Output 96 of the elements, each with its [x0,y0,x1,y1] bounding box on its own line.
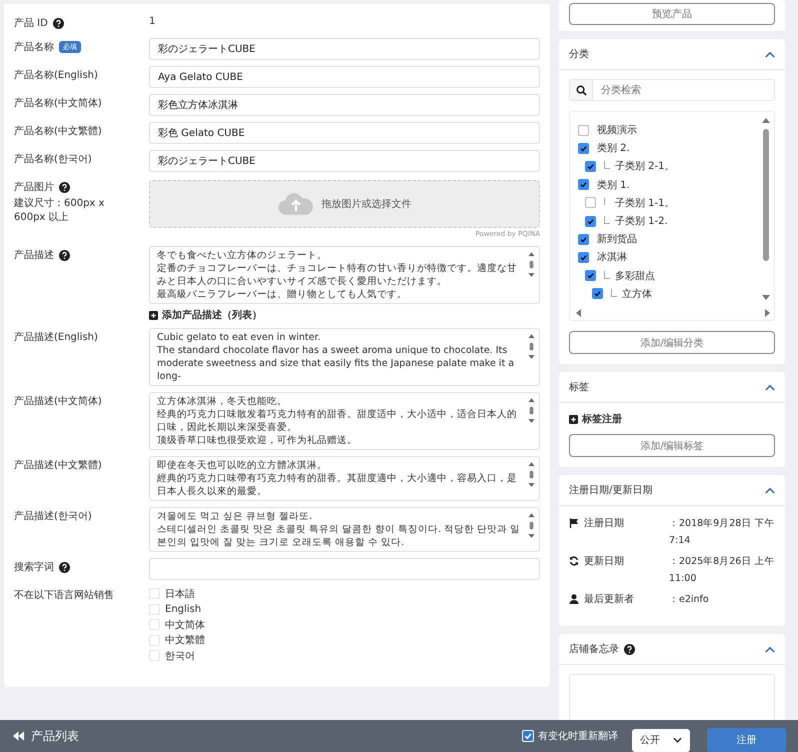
category-item[interactable]: 新到货品 [597,232,637,246]
panel-title: 注册日期/更新日期 [569,484,652,497]
text-field[interactable]: 彩のジェラートCUBE [149,150,540,172]
description-field[interactable]: 冬でも食べたい立方体のジェラート。 定番のチョコフレーバーは、チョコレート特有の甘い香りが特徴です。適度な甘みと日本人の口に合いやすいサイズ感で長く愛用いただけます。 最高級バニラフレーバーは、贈り物としても人気です。 [149,246,540,304]
edit-categories-button[interactable]: 添加/编辑分类 [569,331,775,354]
refresh-icon [569,556,579,566]
edit-tags-button[interactable]: 添加/编辑标签 [569,434,775,457]
date-label: 注册日期 [584,516,624,531]
help-icon[interactable] [59,182,70,192]
checkbox[interactable] [585,216,596,227]
help-icon[interactable] [52,18,64,28]
rewind-icon [12,731,25,741]
plus-icon [569,414,578,424]
field-label: 搜索字词 [14,560,54,574]
date-value: ：2025年8月26日 上午11:00 [669,555,775,586]
checkbox[interactable] [578,252,589,263]
caret-icon [673,737,682,743]
language-option: 中文简体 [165,618,205,632]
size-hint: 建议尺寸：600px x 600px 以上 [14,197,106,225]
language-option: 中文繁體 [165,633,205,648]
date-value: ：2018年9月28日 下午7:14 [669,517,775,548]
field-label: 产品描述(中文繁體) [14,458,102,472]
field-label: 不在以下语言网站销售 [14,588,114,602]
category-item[interactable]: 类别 1. [597,178,630,192]
submit-button[interactable]: 注册 [707,728,786,752]
category-item[interactable]: 立方体 [622,286,652,301]
description-field[interactable]: 立方体冰淇淋，冬天也能吃。 经典的巧克力口味散发着巧克力特有的甜香。甜度适中，大小适中，适合日本人的口味，因此长期以来深受喜爱。 顶级香草口味也很受欢迎，可作为礼品赠送。 [149,392,540,450]
field-label: 产品图片 [14,180,54,194]
text-field[interactable]: Aya Gelato CUBE [149,66,540,88]
field-label: 产品描述(English) [14,330,98,344]
collapse-icon[interactable] [765,646,775,652]
search-icon [576,84,586,96]
tree-connector [604,161,610,170]
panel-title: 标签 [569,380,589,394]
field-label: 产品描述 [14,248,54,262]
image-drop-zone[interactable]: 拖放图片或选择文件 [149,180,540,228]
collapse-icon[interactable] [765,50,775,58]
user-icon [569,594,579,604]
category-item[interactable]: 子类别 1-2. [615,214,668,228]
field-label: 产品名称(한국어) [14,152,92,166]
language-option: 한국어 [165,648,195,663]
upload-cloud-icon [278,192,314,216]
checkbox[interactable] [578,142,589,154]
panel-title: 店铺备忘录 [569,642,619,656]
text-field[interactable]: 彩のジェラートCUBE [149,38,540,60]
description-field[interactable]: 겨울에도 먹고 싶은 큐브형 젤라또. 스테디셀러인 초콜릿 맛은 초콜릿 특유의 달콤한 향이 특징이다. 적당한 단맛과 일본인의 입맛에 잘 맞는 크기로 오래도록 애용할 수 있다. [149,507,540,552]
collapse-icon[interactable] [765,384,775,390]
help-icon[interactable] [624,644,635,654]
field-label: 产品 ID [14,16,48,30]
description-field[interactable]: Cubic gelato to eat even in winter. The standard chocolate flavor has a sweet aroma unique to chocolate. Its moderate sweetness and size that easily fits the Japanese palate make it a long- [149,328,540,386]
category-item[interactable]: 子类别 1-1。 [615,196,675,210]
checkbox[interactable] [585,197,596,208]
tree-connector [604,270,610,279]
back-link[interactable]: 产品列表 [12,728,79,744]
add-tag-link[interactable]: 标签注册 [569,412,622,426]
text-field[interactable] [149,558,540,580]
search-button[interactable] [569,79,593,101]
date-label: 更新日期 [584,554,624,569]
category-item[interactable]: 冰淇淋 [597,250,627,264]
description-field[interactable]: 即使在冬天也可以吃的立方體冰淇淋。 經典的巧克力口味帶有巧克力特有的甜香。其甜度適中，大小適中，容易入口，是日本人長久以來的最愛。 [149,456,540,501]
field-label: 产品描述(中文简体) [14,394,102,408]
visibility-select[interactable]: 公开 [632,728,690,752]
text-field[interactable]: 彩色立方体冰淇淋 [149,94,540,116]
preview-button[interactable]: 预览产品 [569,3,775,25]
checkbox[interactable] [578,234,589,245]
plus-icon [149,310,158,320]
product-id: 1 [149,15,156,27]
checkbox[interactable] [585,270,596,282]
collapse-icon[interactable] [765,486,775,494]
tree-connector [604,216,610,224]
date-value: ：e2info [669,593,710,607]
checkbox[interactable] [578,124,589,136]
checkbox[interactable] [585,160,596,172]
tree-connector [611,288,617,297]
field-label: 产品名称 [14,40,54,54]
category-item[interactable]: 视频演示 [597,123,637,138]
checkbox[interactable] [578,179,589,190]
add-description-link[interactable]: 添加产品描述（列表） [149,308,262,322]
text-field[interactable]: 彩色 Gelato CUBE [149,122,540,144]
language-option: 日本語 [165,586,195,601]
field-label: 产品名称(English) [14,68,98,82]
panel-title: 分类 [569,48,589,61]
checkbox[interactable] [592,288,603,300]
field-label: 产品名称(中文繁體) [14,124,102,138]
field-label: 产品名称(中文简体) [14,96,102,110]
flag-icon [569,518,579,528]
field-label: 产品描述(한국어) [14,510,92,523]
category-item[interactable]: 类别 2. [597,141,630,156]
help-icon[interactable] [59,562,70,572]
category-item[interactable]: 子类别 2-1。 [615,159,675,174]
category-search-field[interactable]: 分类检索 [593,79,775,101]
help-icon[interactable] [59,250,70,260]
language-option: English [165,604,202,615]
retranslate-label: 有变化时重新翻译 [538,730,618,743]
category-item[interactable]: 多彩甜点 [615,268,655,283]
date-label: 最后更新者 [584,592,634,607]
